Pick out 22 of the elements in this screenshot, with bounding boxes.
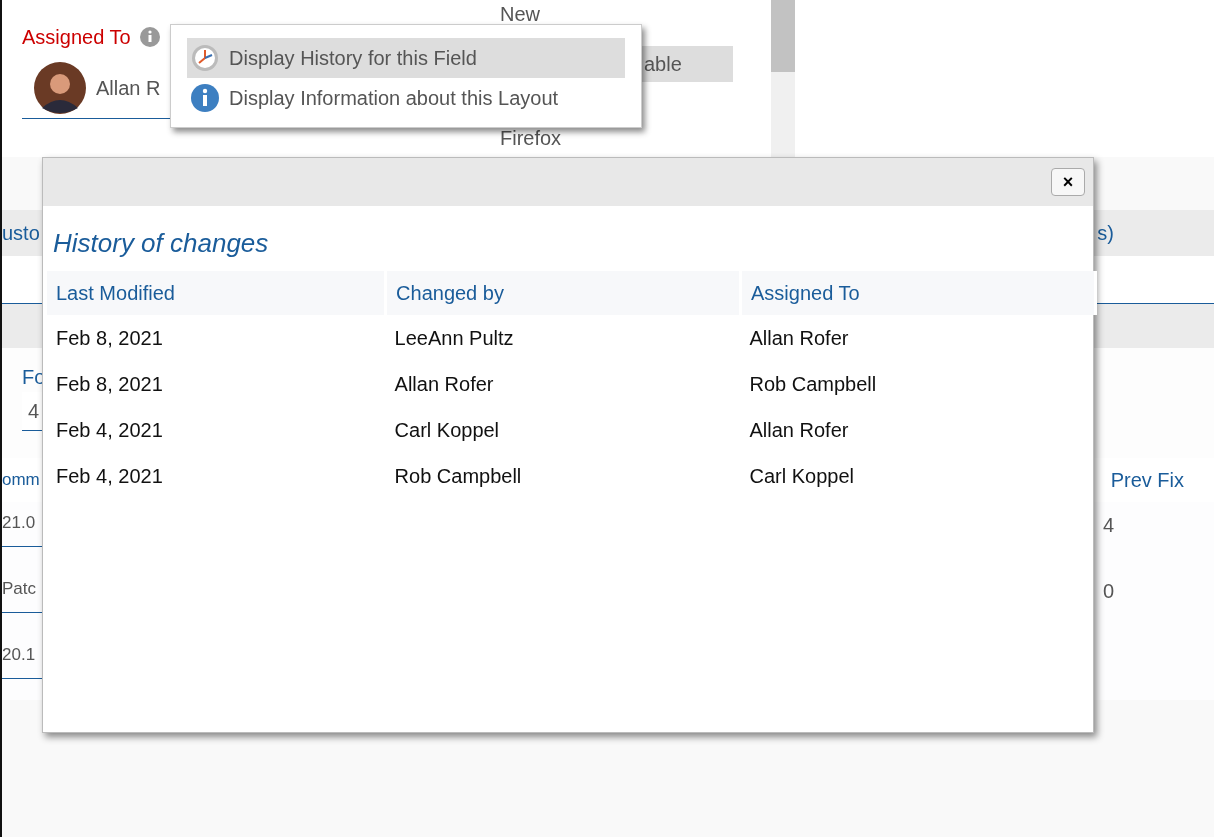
column-header: Prev Fix [1110, 468, 1184, 493]
table-cell-text: Rob Campbell [393, 464, 523, 489]
column-header: Assigned To [740, 271, 1096, 315]
table-cell-text: Carl Koppel [748, 464, 856, 489]
assignee-name: Allan R [96, 76, 161, 101]
table-cell-text: Feb 4, 2021 [55, 464, 164, 489]
table-cell: Allan Rofer [740, 315, 1096, 361]
table-cell-text: 0 [1102, 579, 1114, 604]
table-cell-text: Rob Campbell [748, 372, 878, 397]
table-cell: LeeAnn Pultz [385, 315, 741, 361]
table-cell: Feb 8, 2021 [47, 315, 386, 361]
column-header: Changed by [385, 271, 741, 315]
dialog-title: History of changes [52, 227, 270, 260]
table-cell-text: Allan Rofer [748, 418, 850, 443]
column-header: omm [2, 469, 40, 492]
table-cell-text: Carl Koppel [393, 418, 501, 443]
field-label: Assigned To [22, 25, 131, 50]
table-cell-text: 4 [1102, 513, 1114, 538]
header-text: usto [2, 221, 40, 246]
column-header: Last Modified [47, 271, 386, 315]
table-cell-text: Allan Rofer [393, 372, 495, 397]
header-text: s) [1097, 221, 1114, 246]
